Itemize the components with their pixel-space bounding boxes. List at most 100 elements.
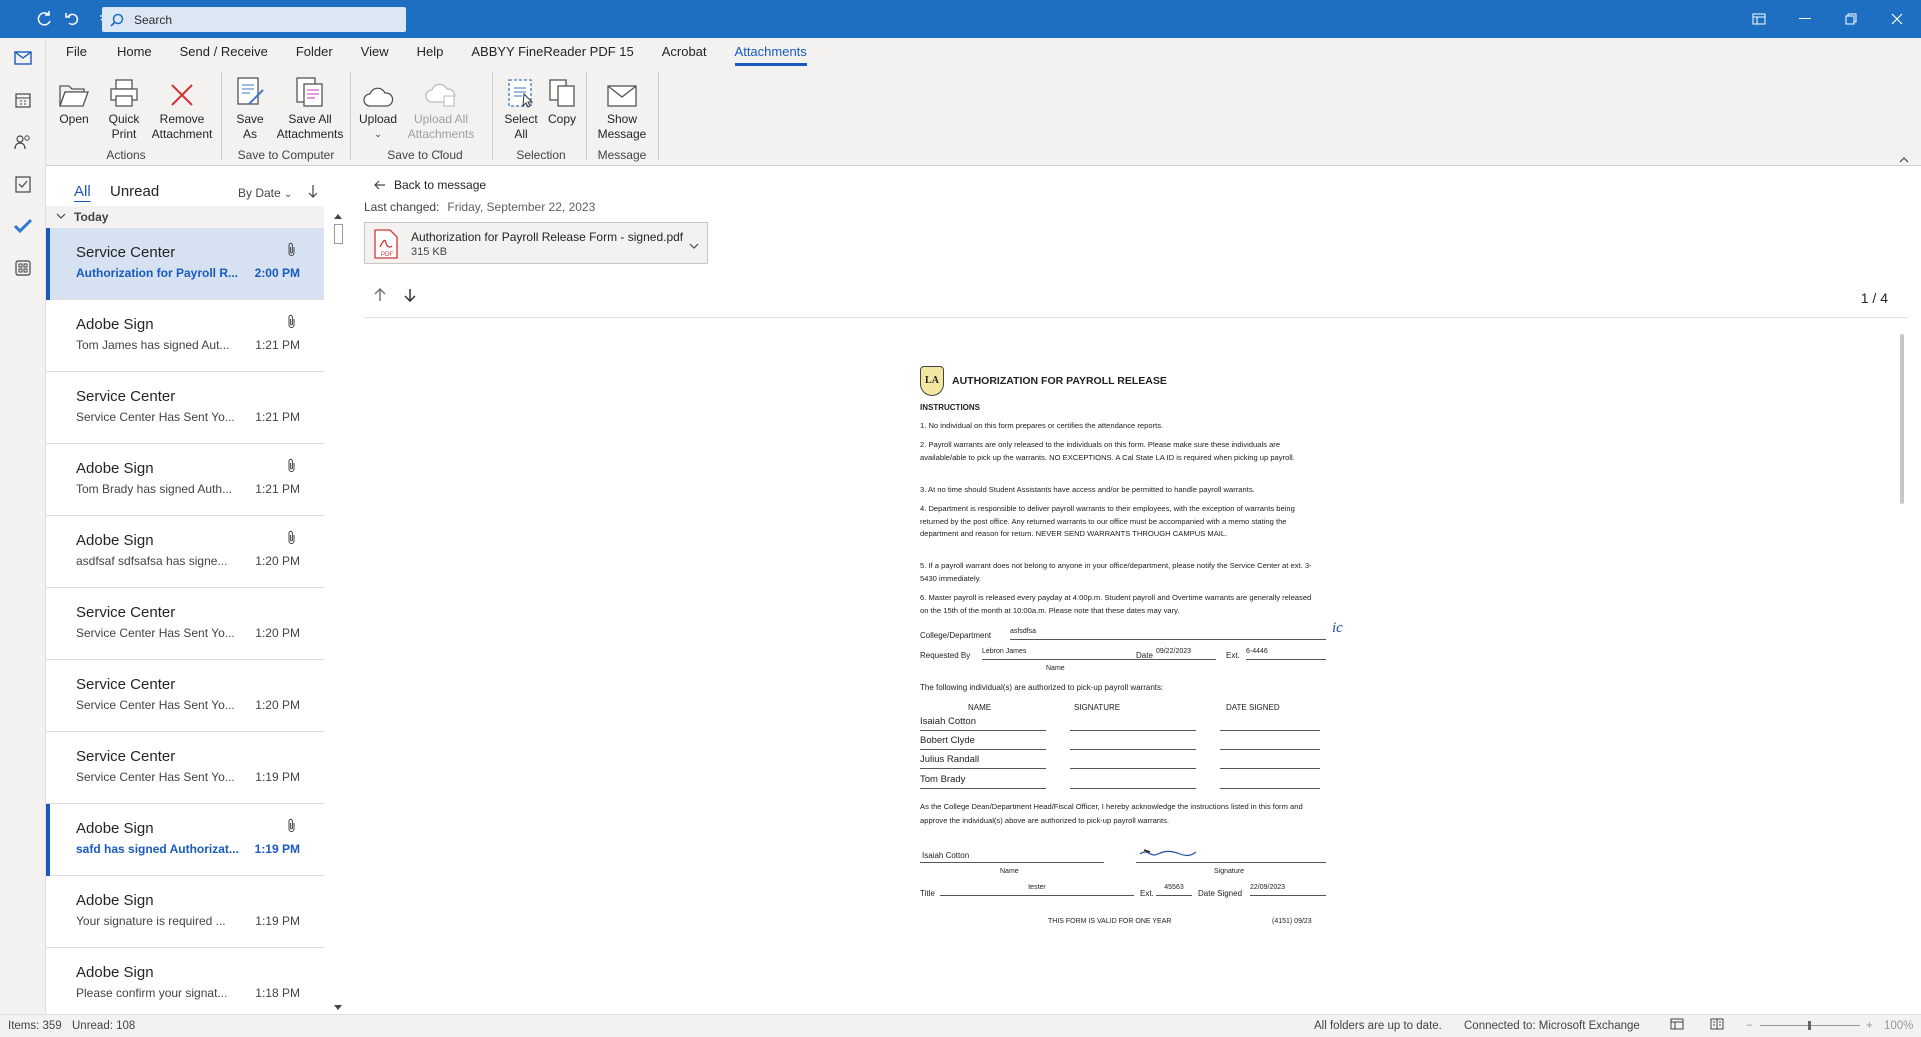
sort-dropdown[interactable]: By Date ⌄ — [238, 186, 292, 200]
attachment-size: 315 KB — [411, 246, 448, 258]
close-icon[interactable] — [1874, 0, 1920, 38]
people-icon[interactable] — [11, 130, 35, 154]
message-subject: Service Center Has Sent Yo... — [76, 410, 235, 424]
cloud-icon — [363, 87, 394, 107]
tab-help[interactable]: Help — [405, 38, 456, 66]
message-sender: Adobe Sign — [76, 316, 154, 333]
message-item[interactable]: Service Center Service Center Has Sent Yo… — [46, 660, 324, 732]
tab-view[interactable]: View — [349, 38, 401, 66]
minimize-icon[interactable] — [1782, 0, 1828, 38]
save-as-button[interactable]: Save As — [230, 74, 270, 142]
ribbon-display-icon[interactable] — [1736, 0, 1782, 38]
upload-button[interactable]: Upload ⌄ — [356, 74, 400, 142]
copy-button[interactable]: Copy — [544, 74, 580, 127]
save-all-attachments-button[interactable]: Save All Attachments — [272, 74, 348, 142]
scroll-down-icon[interactable] — [332, 1002, 344, 1014]
message-sender: Adobe Sign — [76, 460, 154, 477]
message-time: 1:20 PM — [255, 554, 300, 568]
tab-file[interactable]: File — [54, 38, 99, 66]
quick-print-button[interactable]: Quick Print — [102, 74, 146, 142]
tab-acrobat[interactable]: Acrobat — [650, 38, 719, 66]
message-subject: asdfsaf sdfsafsa has signe... — [76, 554, 228, 568]
undo-icon[interactable] — [60, 7, 84, 31]
message-item[interactable]: Adobe Sign asdfsaf sdfsafsa has signe... 1… — [46, 516, 324, 588]
acknowledgement-text: As the College Dean/Department Head/Fisc… — [920, 802, 1303, 825]
message-item[interactable]: Adobe Sign Tom James has signed Aut... 1:2… — [46, 300, 324, 372]
todo-icon[interactable] — [11, 214, 35, 238]
title-value: tester — [940, 882, 1134, 896]
mail-icon[interactable] — [11, 46, 35, 70]
envelope-icon — [607, 85, 637, 107]
zoom-level[interactable]: 100% — [1884, 1020, 1913, 1032]
save-all-icon — [296, 77, 323, 107]
restore-icon[interactable] — [1828, 0, 1874, 38]
zoom-slider-thumb[interactable] — [1808, 1021, 1811, 1030]
tab-send-receive[interactable]: Send / Receive — [168, 38, 280, 66]
signer-name-line — [920, 862, 1104, 863]
doc-paragraph: 2. Payroll warrants are only released to… — [920, 440, 1295, 462]
name-caption: Name — [1000, 868, 1019, 875]
attachment-dropdown-icon[interactable] — [689, 238, 699, 252]
next-page-icon[interactable] — [404, 288, 416, 305]
ribbon-separator — [221, 72, 222, 160]
college-value: asfsdfsa — [1010, 626, 1326, 640]
svg-text:PDF: PDF — [381, 252, 393, 258]
ext-label: Ext. — [1226, 651, 1240, 660]
form-number: (4151) 09/23 — [1272, 918, 1312, 925]
message-item[interactable]: Adobe Sign safd has signed Authorizat... 1… — [46, 804, 324, 876]
normal-view-icon[interactable] — [1670, 1018, 1684, 1033]
ext2-label: Ext. — [1140, 889, 1154, 898]
tab-attachments[interactable]: Attachments — [723, 38, 819, 66]
message-item[interactable]: Adobe Sign Tom Brady has signed Auth... 1:… — [46, 444, 324, 516]
sort-direction-icon[interactable] — [308, 184, 318, 201]
ribbon-tabs: File Home Send / Receive Folder View Hel… — [54, 38, 819, 66]
message-sender: Adobe Sign — [76, 892, 154, 909]
zoom-in-button[interactable]: + — [1866, 1020, 1873, 1032]
group-header-today[interactable]: Today — [46, 206, 324, 228]
message-item[interactable]: Service Center Authorization for Payroll … — [46, 228, 324, 300]
message-time: 1:19 PM — [255, 914, 300, 928]
zoom-out-button[interactable]: − — [1746, 1020, 1753, 1032]
message-item[interactable]: Adobe Sign Please confirm your signat... 1… — [46, 948, 324, 1020]
attachment-chip[interactable]: PDF Authorization for Payroll Release Fo… — [364, 222, 708, 264]
document-scroll-thumb[interactable] — [1900, 334, 1904, 504]
message-item[interactable]: Adobe Sign Your signature is required ...… — [46, 876, 324, 948]
select-all-icon — [508, 79, 534, 108]
message-item[interactable]: Service Center Service Center Has Sent Yo… — [46, 588, 324, 660]
reading-view-icon[interactable] — [1710, 1018, 1724, 1033]
doc-paragraph: 6. Master payroll is released every payd… — [920, 593, 1312, 615]
connection-status: Connected to: Microsoft Exchange — [1464, 1020, 1640, 1032]
show-message-button[interactable]: Show Message — [592, 74, 652, 142]
remove-attachment-button[interactable]: Remove Attachment — [146, 74, 218, 142]
document-scrollbar[interactable] — [1896, 326, 1908, 1006]
send-receive-icon[interactable] — [32, 7, 56, 31]
message-item[interactable]: Service Center Service Center Has Sent Yo… — [46, 372, 324, 444]
authorized-person: Isaiah Cotton — [920, 716, 976, 727]
open-button[interactable]: Open — [54, 74, 94, 127]
scroll-thumb[interactable] — [334, 224, 343, 244]
tasks-icon[interactable] — [11, 172, 35, 196]
attachment-icon — [287, 458, 296, 476]
tab-home[interactable]: Home — [105, 38, 164, 66]
filter-all[interactable]: All — [74, 183, 91, 200]
tab-abbyy[interactable]: ABBYY FineReader PDF 15 — [459, 38, 645, 66]
message-time: 1:19 PM — [255, 770, 300, 784]
group-save-to-cloud: Save to Cloud — [387, 148, 463, 162]
filter-unread[interactable]: Unread — [110, 183, 159, 200]
message-item[interactable]: Service Center Service Center Has Sent Yo… — [46, 732, 324, 804]
upload-all-attachments-button[interactable]: Upload All Attachments ⌄ — [402, 74, 480, 157]
tab-folder[interactable]: Folder — [284, 38, 345, 66]
list-scrollbar[interactable] — [330, 208, 346, 1016]
printer-icon — [110, 79, 138, 107]
collapse-ribbon-icon[interactable] — [1899, 152, 1909, 166]
attachment-icon — [287, 818, 296, 836]
apps-icon[interactable] — [11, 256, 35, 280]
college-label: College/Department — [920, 631, 992, 640]
preview-toolbar: 1 / 4 — [364, 278, 1908, 318]
search-box[interactable]: Search — [102, 7, 406, 32]
calendar-icon[interactable] — [11, 88, 35, 112]
select-all-button[interactable]: Select All — [500, 74, 542, 142]
back-to-message-link[interactable]: Back to message — [374, 178, 486, 192]
scroll-up-icon[interactable] — [332, 210, 344, 222]
previous-page-icon[interactable] — [374, 287, 386, 305]
